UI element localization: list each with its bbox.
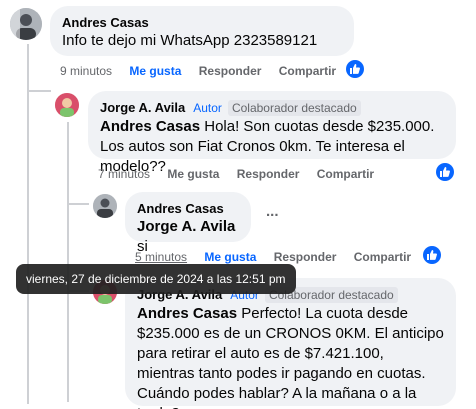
comment-header: Jorge A. Avila Autor Colaborador destacado (100, 99, 444, 117)
reply-button[interactable]: Responder (274, 249, 337, 265)
timestamp-tooltip: viernes, 27 de diciembre de 2024 a las 1… (16, 264, 296, 294)
mention-link[interactable]: Jorge A. Avila (137, 218, 235, 235)
comment-bubble: Jorge A. Avila Autor Colaborador destacado… (125, 278, 456, 409)
like-button[interactable]: Me gusta (204, 249, 256, 265)
avatar-photo-icon (93, 194, 117, 218)
comment-text: Andres Casas Perfecto! La cuota desde $2… (137, 304, 444, 409)
thread-line-branch-1 (27, 90, 51, 92)
avatar[interactable] (55, 93, 79, 117)
like-button[interactable]: Me gusta (129, 63, 181, 79)
comment-time[interactable]: 9 minutos (60, 63, 112, 79)
comment-author[interactable]: Andres Casas (137, 200, 239, 217)
avatar[interactable] (10, 8, 42, 40)
avatar[interactable] (93, 194, 117, 218)
reply-button[interactable]: Responder (199, 63, 262, 79)
share-button[interactable]: Compartir (317, 166, 374, 182)
like-button[interactable]: Me gusta (167, 166, 219, 182)
comment-actions: 7 minutos Me gusta Responder Compartir (98, 166, 388, 182)
comment-bubble: Andres Casas Info te dejo mi WhatsApp 23… (50, 6, 354, 56)
comment-author[interactable]: Jorge A. Avila (100, 100, 185, 115)
share-button[interactable]: Compartir (354, 249, 411, 265)
comment-time[interactable]: 7 minutos (98, 166, 150, 182)
comment-bubble: Jorge A. Avila Autor Colaborador destacado… (88, 91, 456, 175)
avatar-photo-icon (55, 93, 79, 117)
thread-line-main (27, 44, 29, 404)
comment-text: Info te dejo mi WhatsApp 2323589121 (62, 32, 318, 49)
comment-time[interactable]: 5 minutos (135, 249, 187, 265)
like-reaction-icon[interactable] (423, 246, 441, 264)
author-badge: Autor (193, 101, 222, 115)
reply-button[interactable]: Responder (237, 166, 300, 182)
top-contributor-badge: Colaborador destacado (227, 100, 361, 116)
more-options-icon[interactable]: ... (266, 203, 279, 220)
comment-actions: 9 minutos Me gusta Responder Compartir (60, 63, 350, 79)
mention-link[interactable]: Andres Casas (100, 118, 200, 135)
comment-bubble: Andres Casas Jorge A. Avila si (125, 192, 251, 255)
thread-line-reply (67, 122, 69, 402)
comment-actions: 5 minutos Me gusta Responder Compartir (135, 249, 425, 265)
comment-author[interactable]: Andres Casas (62, 14, 342, 31)
like-reaction-icon[interactable] (346, 60, 364, 78)
avatar-photo-icon (10, 8, 42, 40)
mention-link[interactable]: Andres Casas (137, 305, 237, 322)
like-reaction-icon[interactable] (436, 163, 454, 181)
thread-line-branch-2 (67, 203, 89, 205)
share-button[interactable]: Compartir (279, 63, 336, 79)
